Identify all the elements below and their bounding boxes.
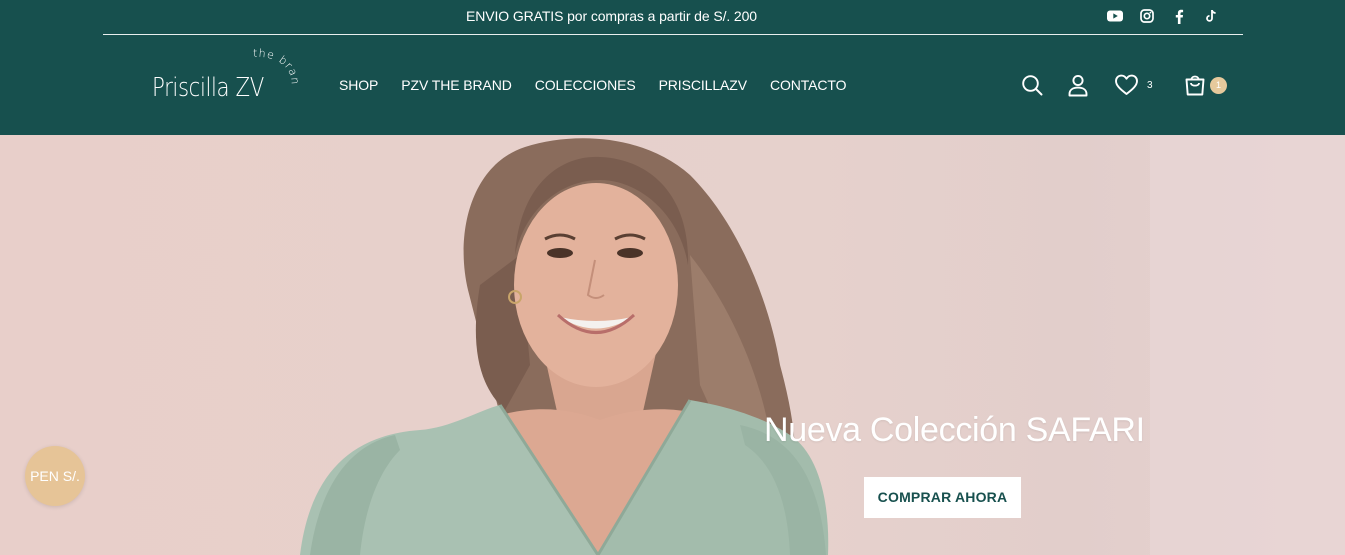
nav-item-shop[interactable]: SHOP [339,77,378,93]
hero-banner: Nueva Colección SAFARI COMPRAR AHORA PEN… [0,135,1345,555]
instagram-icon[interactable] [1138,7,1156,25]
search-icon[interactable] [1020,73,1044,102]
nav-item-contacto[interactable]: CONTACTO [770,77,847,93]
nav-item-priscillazv[interactable]: PRISCILLAZV [659,77,747,93]
account-icon[interactable] [1067,73,1089,102]
shop-now-button[interactable]: COMPRAR AHORA [864,477,1021,518]
youtube-icon[interactable] [1106,7,1124,25]
announcement-bar: ENVIO GRATIS por compras a partir de S/.… [0,0,1345,35]
hero-title: Nueva Colección SAFARI [764,411,1145,449]
main-nav: SHOP PZV THE BRAND COLECCIONES PRISCILLA… [339,77,847,93]
brand-logo[interactable]: the brand Priscilla ZV [150,47,300,117]
tiktok-icon[interactable] [1202,7,1220,25]
wishlist-count: 3 [1147,80,1153,91]
cart-bag-icon[interactable] [1183,73,1207,102]
header-actions: 3 1 [1018,73,1233,101]
currency-selector-button[interactable]: PEN S/. [25,446,85,506]
hero-model-image [300,135,1345,555]
nav-item-colecciones[interactable]: COLECCIONES [535,77,636,93]
announcement-text: ENVIO GRATIS por compras a partir de S/.… [465,8,757,24]
cart-count-badge[interactable]: 1 [1210,77,1227,94]
facebook-icon[interactable] [1170,7,1188,25]
site-header: the brand Priscilla ZV SHOP PZV THE BRAN… [0,35,1345,135]
social-links [1106,7,1220,25]
nav-item-pzv-the-brand[interactable]: PZV THE BRAND [401,77,512,93]
wishlist-heart-icon[interactable] [1114,73,1139,102]
logo-wordmark: Priscilla ZV [152,73,264,103]
